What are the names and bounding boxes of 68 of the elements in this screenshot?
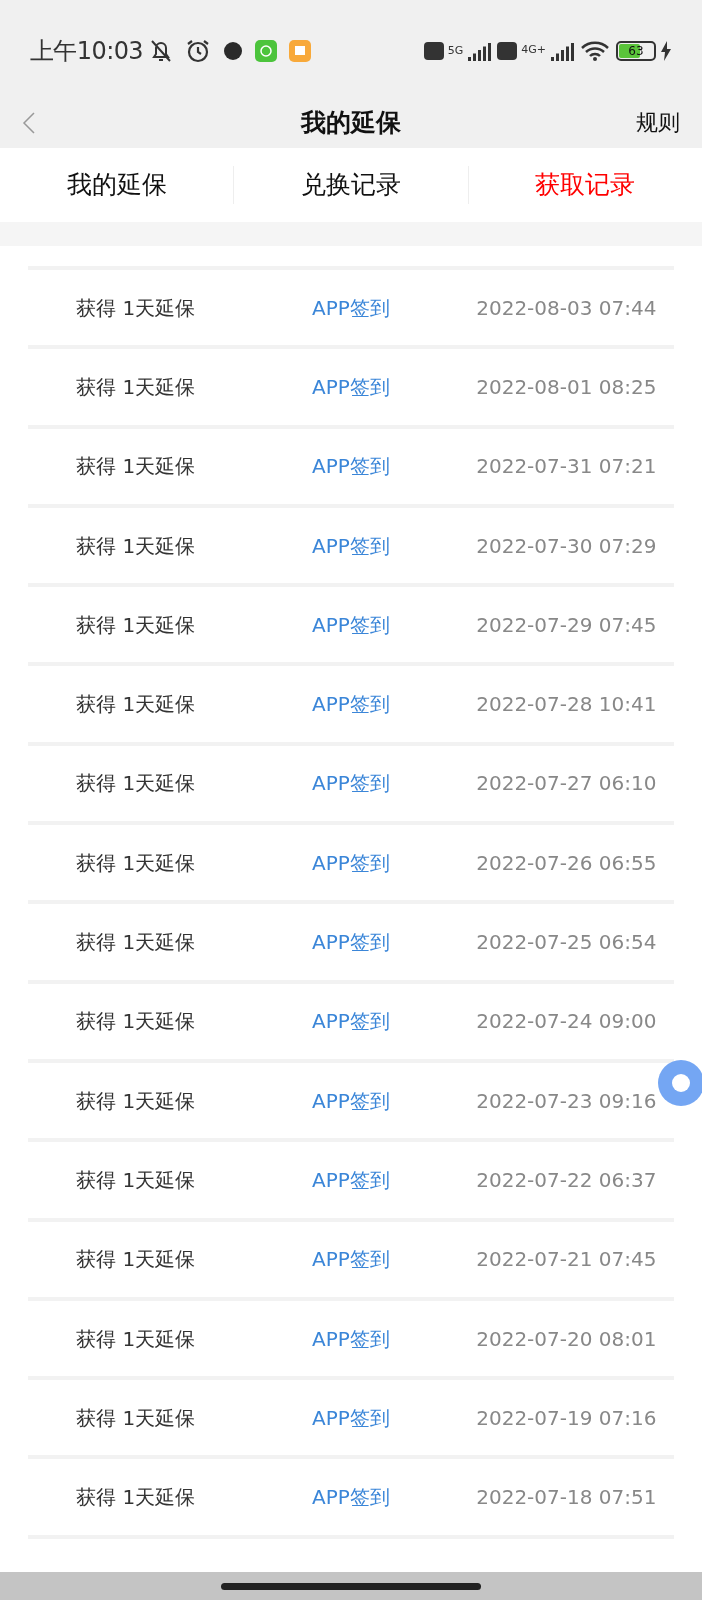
time-text: 2022-07-18 07:51 xyxy=(475,1484,658,1512)
time-text: 2022-08-01 08:25 xyxy=(475,373,658,401)
time-text: 2022-07-26 06:55 xyxy=(475,849,658,877)
app-icon xyxy=(288,39,311,62)
reward-text: 获得 1天延保 xyxy=(75,929,197,956)
signal-icon xyxy=(550,40,576,61)
page-title: 我的延保 xyxy=(301,106,401,139)
reward-text: 获得 1天延保 xyxy=(75,1325,197,1353)
source-text: APP签到 xyxy=(311,770,391,798)
source-text: APP签到 xyxy=(311,1484,391,1512)
hd-icon xyxy=(423,41,444,60)
source-text: APP签到 xyxy=(311,1008,391,1036)
reward-text: 获得 1天延保 xyxy=(75,611,197,639)
network-label: 5G xyxy=(447,45,464,56)
source-text: APP签到 xyxy=(311,929,391,956)
reward-text: 获得 1天延保 xyxy=(75,1008,197,1036)
time-text: 2022-07-30 07:29 xyxy=(475,532,658,560)
back-icon[interactable] xyxy=(22,111,36,134)
reward-text: 获得 1天延保 xyxy=(75,849,197,877)
tab[interactable]: 我的延保 xyxy=(66,166,167,204)
time-text: 2022-07-23 09:16 xyxy=(475,1087,658,1115)
source-text: APP签到 xyxy=(311,611,391,639)
source-text: APP签到 xyxy=(311,373,391,401)
charging-icon xyxy=(660,40,672,61)
app-icon xyxy=(222,40,243,61)
network-label: 4G+ xyxy=(521,41,546,58)
source-text: APP签到 xyxy=(311,1087,391,1115)
time-text: 2022-08-03 07:44 xyxy=(475,294,658,322)
source-text: APP签到 xyxy=(311,1325,391,1353)
time-text: 2022-07-25 06:54 xyxy=(475,929,658,956)
reward-text: 获得 1天延保 xyxy=(75,1484,197,1512)
reward-text: 获得 1天延保 xyxy=(75,1166,197,1194)
rules-link[interactable]: 规则 xyxy=(636,106,680,139)
source-text: APP签到 xyxy=(311,1246,391,1274)
source-text: APP签到 xyxy=(311,1166,391,1194)
time-text: 2022-07-20 08:01 xyxy=(475,1325,658,1353)
signal-icon xyxy=(467,40,494,61)
time-text: 2022-07-29 07:45 xyxy=(475,611,658,639)
time-text: 2022-07-21 07:45 xyxy=(475,1246,658,1274)
reward-text: 获得 1天延保 xyxy=(75,691,197,719)
time-text: 2022-07-31 07:21 xyxy=(475,453,658,481)
reward-text: 获得 1天延保 xyxy=(75,1246,197,1274)
home-indicator[interactable] xyxy=(221,1582,481,1590)
source-text: APP签到 xyxy=(311,691,391,719)
floating-button[interactable] xyxy=(658,1060,702,1106)
reward-text: 获得 1天延保 xyxy=(75,294,197,322)
reward-text: 获得 1天延保 xyxy=(75,1087,197,1115)
app-icon xyxy=(254,39,277,62)
source-text: APP签到 xyxy=(311,849,391,877)
time-text: 2022-07-19 07:16 xyxy=(475,1404,658,1432)
time-text: 2022-07-28 10:41 xyxy=(475,691,658,719)
tab[interactable]: 兑换记录 xyxy=(301,166,401,204)
status-time: 上午10:03 xyxy=(30,35,143,67)
hd-icon xyxy=(497,41,518,60)
wifi-icon xyxy=(580,39,610,62)
time-text: 2022-07-22 06:37 xyxy=(475,1166,658,1194)
source-text: APP签到 xyxy=(311,294,391,322)
reward-text: 获得 1天延保 xyxy=(75,453,197,481)
reward-text: 获得 1天延保 xyxy=(75,532,197,560)
time-text: 2022-07-27 06:10 xyxy=(475,770,658,798)
source-text: APP签到 xyxy=(311,532,391,560)
tab[interactable]: 获取记录 xyxy=(535,166,636,204)
reward-text: 获得 1天延保 xyxy=(75,770,197,798)
source-text: APP签到 xyxy=(311,453,391,481)
reward-text: 获得 1天延保 xyxy=(75,1404,197,1432)
source-text: APP签到 xyxy=(311,1404,391,1432)
time-text: 2022-07-24 09:00 xyxy=(475,1008,658,1036)
reward-text: 获得 1天延保 xyxy=(75,373,197,401)
